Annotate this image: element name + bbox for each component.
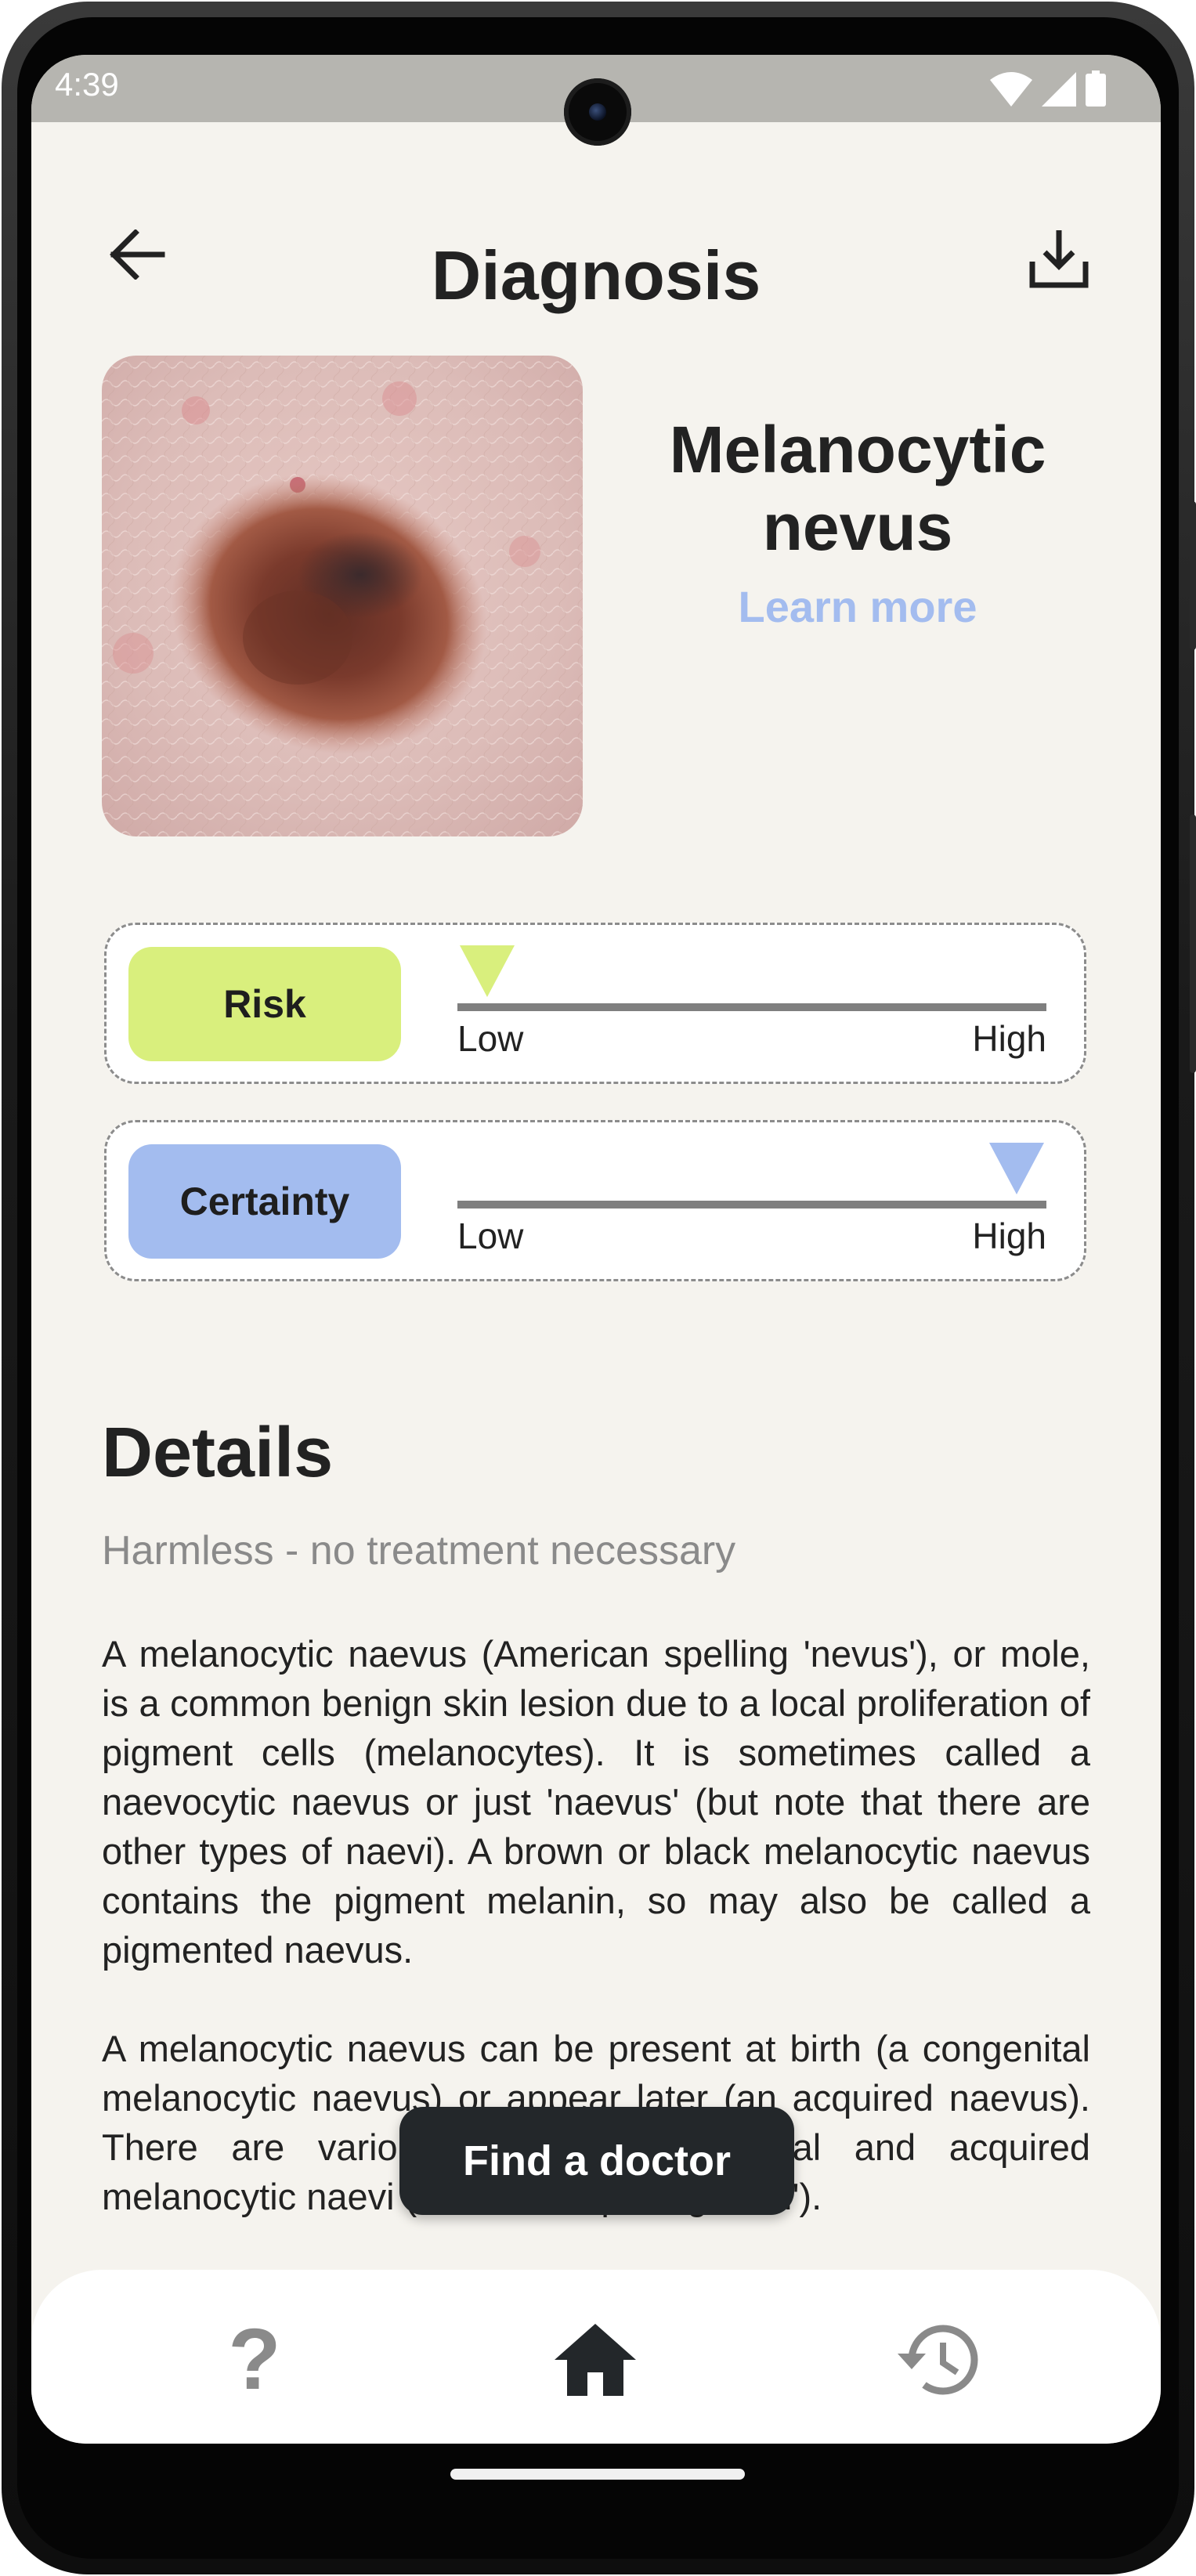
wifi-icon [990,72,1032,107]
certainty-low-label: Low [457,1216,524,1256]
app-header: Diagnosis [31,196,1161,313]
nav-history-button[interactable] [885,2309,987,2411]
app-screen: 4:39 Diagnosis Melanocytic nevus Learn m… [31,55,1161,2444]
details-heading: Details [102,1414,334,1492]
certainty-level-marker [989,1143,1045,1194]
risk-level-marker [459,945,515,997]
details-subtitle: Harmless - no treatment necessary [102,1528,736,1573]
certainty-label: Certainty [128,1144,401,1259]
bottom-navigation: ? [31,2270,1161,2444]
gesture-home-indicator[interactable] [450,2469,745,2480]
certainty-high-label: High [972,1216,1046,1256]
status-icons [990,70,1106,107]
diagnosis-name: Melanocytic nevus [669,413,1046,565]
home-icon [555,2324,636,2396]
lesion-photo-drawing [102,356,583,836]
page-title: Diagnosis [431,237,761,314]
certainty-meter-card: Certainty Low High [104,1120,1086,1281]
download-button[interactable] [1020,219,1098,298]
risk-high-label: High [972,1018,1046,1059]
front-camera [564,78,631,146]
cellular-signal-icon [1042,72,1076,107]
find-doctor-button[interactable]: Find a doctor [399,2107,794,2215]
volume-button [1190,815,1196,1073]
risk-track [457,1003,1046,1011]
learn-more-link[interactable]: Learn more [627,581,1089,632]
risk-label: Risk [128,947,401,1061]
lesion-photo [102,356,583,836]
details-paragraph: A melanocytic naevus (American spelling … [102,1633,1090,1971]
question-mark-icon: ? [228,2311,281,2408]
nav-help-button[interactable]: ? [204,2309,305,2411]
history-icon [898,2325,978,2395]
power-button [1190,501,1196,650]
download-icon [1029,230,1089,288]
status-time: 4:39 [55,66,119,103]
phone-device: 4:39 Diagnosis Melanocytic nevus Learn m… [0,0,1196,2576]
risk-meter-card: Risk Low High [104,923,1086,1084]
certainty-track [457,1201,1046,1209]
nav-home-button[interactable] [544,2309,646,2411]
battery-icon [1086,70,1106,107]
risk-low-label: Low [457,1018,524,1059]
